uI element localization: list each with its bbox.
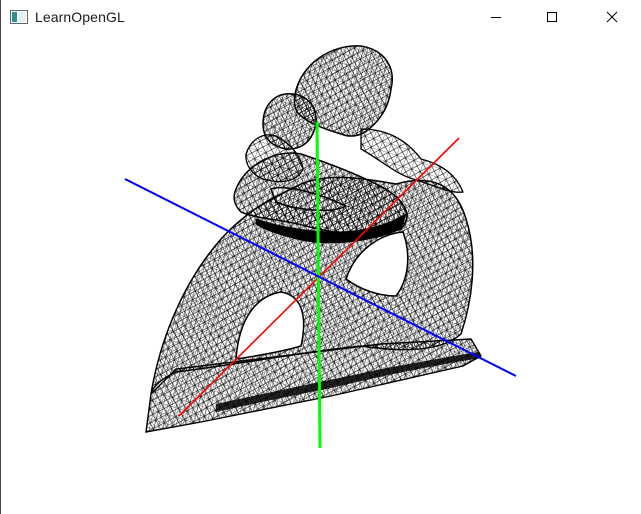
opengl-viewport[interactable]	[1, 34, 641, 514]
scene-canvas	[124, 45, 517, 449]
minimize-icon	[491, 17, 501, 18]
maximize-icon	[547, 12, 557, 22]
minimize-button[interactable]	[473, 0, 519, 34]
window-title: LearnOpenGL	[35, 9, 125, 25]
app-window-icon	[10, 10, 28, 24]
close-button[interactable]	[589, 0, 635, 34]
app-window: LearnOpenGL	[0, 0, 641, 514]
maximize-button[interactable]	[529, 0, 575, 34]
wireframe-model	[145, 45, 482, 433]
close-icon	[606, 11, 618, 23]
title-bar[interactable]: LearnOpenGL	[1, 0, 641, 34]
